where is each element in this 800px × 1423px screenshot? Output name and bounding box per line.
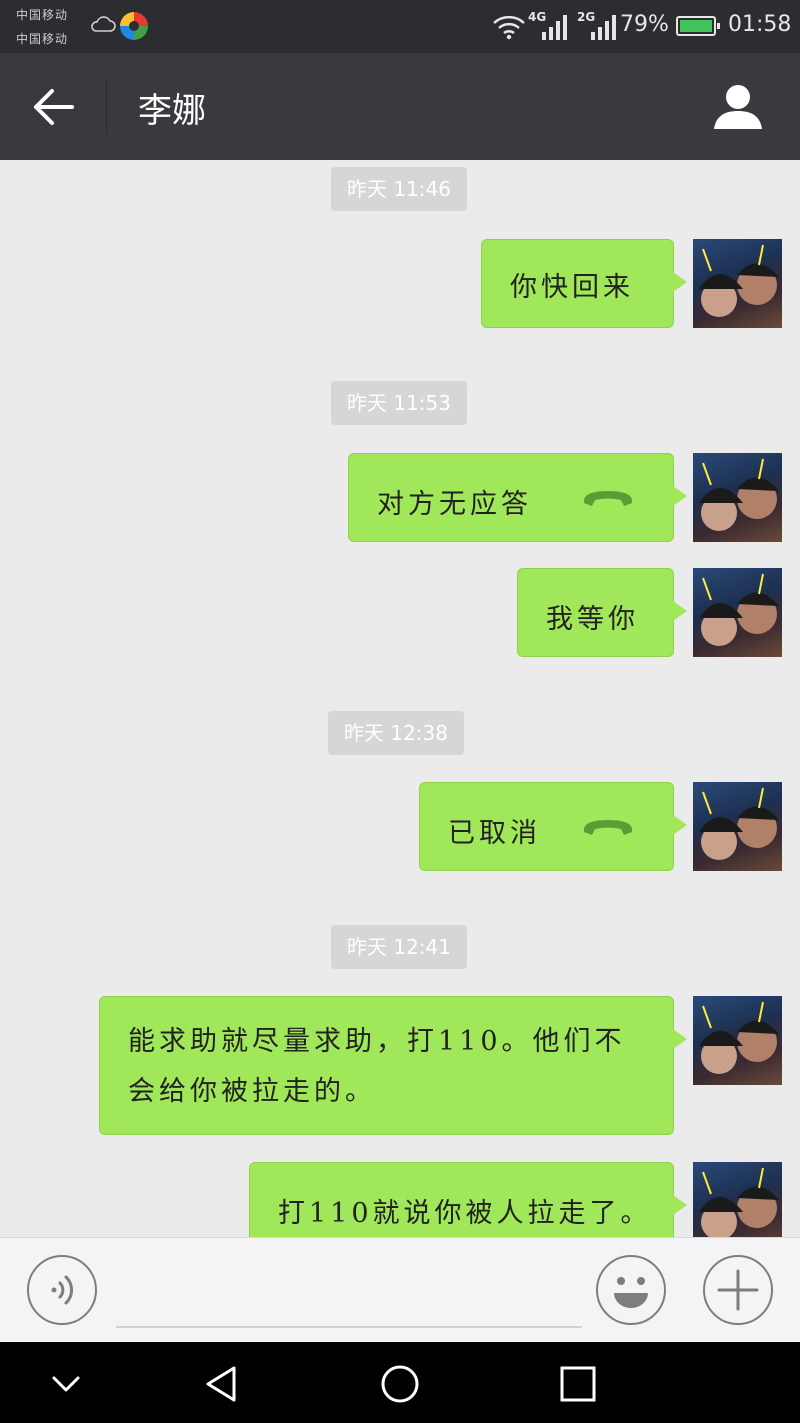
phone-hangup-icon	[583, 491, 633, 506]
message-text: 打110就说你被人拉走了。	[278, 1198, 652, 1229]
avatar[interactable]	[693, 782, 782, 871]
wifi-icon	[493, 15, 525, 40]
message-text: 你快回来	[510, 272, 634, 303]
voice-icon	[51, 1275, 73, 1305]
message-text-line-2: 会给你被拉走的。	[128, 1076, 376, 1107]
message-bubble[interactable]: 你快回来	[481, 239, 687, 328]
recents-icon[interactable]	[554, 1360, 602, 1408]
avatar[interactable]	[693, 568, 782, 657]
status-bar: 中国移动 中国移动 4G 2G 79% 01:58	[0, 0, 800, 53]
battery-percent: 79%	[620, 12, 669, 37]
plus-button[interactable]	[703, 1255, 773, 1325]
input-bar	[0, 1237, 800, 1342]
message-bubble[interactable]: 我等你	[517, 568, 687, 657]
carrier-label-1: 中国移动	[16, 8, 69, 22]
message-bubble[interactable]: 能求助就尽量求助，打110。他们不 会给你被拉走的。	[99, 996, 687, 1135]
avatar[interactable]	[693, 1162, 782, 1237]
back-arrow-icon[interactable]	[24, 77, 84, 137]
phone-hangup-icon	[583, 820, 633, 835]
call-record-bubble[interactable]: 已取消	[419, 782, 687, 871]
message-text-line-1: 能求助就尽量求助，打110。他们不	[128, 1026, 626, 1057]
system-nav-bar	[0, 1342, 800, 1423]
contact-icon[interactable]	[706, 77, 770, 137]
message-list[interactable]: 昨天 11:46 你快回来 昨天 11:53 对方无应答 我等你 昨天 12:3…	[0, 160, 800, 1237]
plus-icon	[717, 1269, 759, 1311]
timestamp: 昨天 11:46	[331, 167, 467, 211]
carrier-label-2: 中国移动	[16, 32, 69, 46]
avatar[interactable]	[693, 996, 782, 1085]
message-text: 我等你	[546, 604, 639, 635]
home-icon[interactable]	[376, 1360, 424, 1408]
hide-keyboard-icon[interactable]	[42, 1360, 90, 1408]
avatar[interactable]	[693, 239, 782, 328]
clock: 01:58	[728, 12, 792, 37]
signal-icon	[542, 15, 567, 40]
signal-icon-2	[591, 15, 616, 40]
message-text: 已取消	[448, 818, 541, 849]
header-divider	[106, 79, 107, 133]
chat-title: 李娜	[138, 91, 206, 131]
emoji-button[interactable]	[596, 1255, 666, 1325]
timestamp: 昨天 12:38	[328, 711, 464, 755]
battery-icon	[676, 16, 720, 36]
app-icon	[120, 12, 148, 40]
cloud-icon	[91, 16, 116, 32]
timestamp: 昨天 11:53	[331, 381, 467, 425]
message-input[interactable]	[116, 1268, 582, 1328]
timestamp: 昨天 12:41	[331, 925, 467, 969]
avatar[interactable]	[693, 453, 782, 542]
chat-header: 李娜	[0, 53, 800, 160]
message-bubble[interactable]: 打110就说你被人拉走了。	[249, 1162, 687, 1237]
back-icon[interactable]	[198, 1360, 246, 1408]
message-text: 对方无应答	[377, 489, 532, 520]
voice-button[interactable]	[27, 1255, 97, 1325]
call-record-bubble[interactable]: 对方无应答	[348, 453, 687, 542]
emoji-icon	[614, 1277, 648, 1308]
